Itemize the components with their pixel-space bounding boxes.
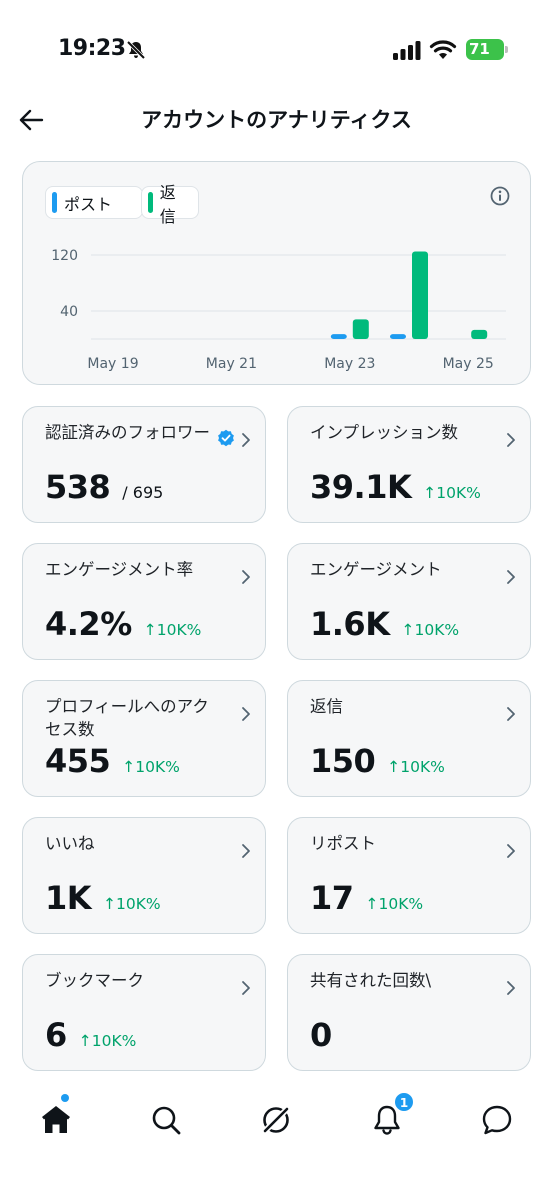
metric-delta: ↑10K% (423, 484, 481, 502)
legend-post-label: ポスト (64, 194, 113, 214)
metric-value-row: 150 ↑10K% (310, 742, 445, 780)
chevron-right-icon (242, 707, 250, 721)
analytics-chart-card: 120 40 May 19 May 21 May 23 May 25 ポスト 返信 (22, 161, 531, 385)
metric-value: 0 (310, 1016, 332, 1054)
metric-value-row: 6 ↑10K% (45, 1016, 136, 1054)
metric-value-row: 0 (310, 1016, 332, 1054)
metric-delta: ↑10K% (122, 758, 180, 776)
x-tick-label: May 25 (443, 356, 494, 372)
status-bar: 19:23 71 (0, 0, 553, 100)
metric-label: 返信 (310, 697, 343, 716)
chevron-right-icon (507, 570, 515, 584)
wifi-icon (429, 40, 457, 59)
bar-reply (471, 329, 488, 339)
metric-value: 538 (45, 468, 111, 506)
metric-card-verified-followers[interactable]: 認証済みのフォロワー 538 / 695 (22, 406, 266, 523)
metric-card-replies[interactable]: 返信 150 ↑10K% (287, 680, 531, 797)
metric-value: 1.6K (310, 605, 390, 643)
metric-card-engagements[interactable]: エンゲージメント 1.6K ↑10K% (287, 543, 531, 660)
legend-reply[interactable]: 返信 (141, 183, 199, 226)
legend-reply-label: 返信 (159, 182, 176, 226)
metric-value: 6 (45, 1016, 67, 1054)
metric-card-impressions[interactable]: インプレッション数 39.1K ↑10K% (287, 406, 531, 523)
metric-label: インプレッション数 (310, 423, 459, 442)
bar-post (330, 334, 347, 339)
metric-card-likes[interactable]: いいね 1K ↑10K% (22, 817, 266, 934)
metric-label: 共有された回数\ (310, 971, 432, 990)
signal-icon (393, 41, 421, 60)
battery-icon: 71 (466, 39, 508, 60)
bar-reply (352, 319, 369, 339)
metric-card-engagement-rate[interactable]: エンゲージメント率 4.2% ↑10K% (22, 543, 266, 660)
metric-value-row: 1.6K ↑10K% (310, 605, 459, 643)
chevron-right-icon (242, 844, 250, 858)
metric-label: プロフィールへのアクセス数 (45, 697, 209, 739)
metric-value-row: 17 ↑10K% (310, 879, 423, 917)
metric-value: 455 (45, 742, 111, 780)
metric-total: / 695 (122, 483, 164, 502)
metric-card-bookmarks[interactable]: ブックマーク 6 ↑10K% (22, 954, 266, 1071)
metric-delta: ↑10K% (387, 758, 445, 776)
verified-badge-icon (218, 429, 234, 447)
x-tick-label: May 23 (324, 356, 375, 372)
page-title: アカウントのアナリティクス (141, 108, 412, 132)
metric-delta: ↑10K% (401, 621, 460, 639)
status-time: 19:23 (58, 36, 126, 61)
legend-reply-swatch (148, 192, 153, 213)
metric-value-row: 39.1K ↑10K% (310, 468, 481, 506)
metric-value-row: 538 / 695 (45, 468, 163, 506)
metric-label: ブックマーク (45, 971, 144, 990)
home-indicator (205, 1180, 349, 1185)
metric-delta: ↑10K% (143, 621, 202, 639)
chevron-right-icon (507, 844, 515, 858)
metric-label: 認証済みのフォロワー (45, 423, 210, 442)
metric-value-row: 4.2% ↑10K% (45, 605, 201, 643)
grok-icon[interactable] (258, 1102, 294, 1138)
header: アカウントのアナリティクス (0, 96, 553, 142)
metric-card-reposts[interactable]: リポスト 17 ↑10K% (287, 817, 531, 934)
chevron-right-icon (242, 981, 250, 995)
bar-reply (412, 251, 428, 339)
metric-value-row: 455 ↑10K% (45, 742, 180, 780)
metric-delta: ↑10K% (103, 895, 161, 913)
metric-value: 39.1K (310, 468, 412, 506)
legend-post[interactable]: ポスト (45, 186, 143, 219)
metric-value: 4.2% (45, 605, 132, 643)
metric-value-row: 1K ↑10K% (45, 879, 161, 917)
chevron-right-icon (507, 433, 515, 447)
y-tick-label: 40 (60, 304, 78, 320)
metric-card-profile-visits[interactable]: プロフィールへのアクセス数 455 ↑10K% (22, 680, 266, 797)
messages-icon[interactable] (479, 1102, 515, 1138)
metric-value: 17 (310, 879, 354, 917)
metric-delta: ↑10K% (78, 1032, 137, 1050)
bottom-nav: 1 (0, 1090, 553, 1160)
bell-off-icon (126, 40, 146, 60)
x-tick-label: May 21 (206, 356, 257, 372)
y-tick-label: 120 (51, 248, 78, 264)
chevron-right-icon (242, 433, 250, 447)
metric-label: いいね (45, 834, 95, 853)
metric-label: エンゲージメント (310, 560, 442, 579)
bar-post (390, 334, 406, 339)
chevron-right-icon (242, 570, 250, 584)
chevron-right-icon (507, 707, 515, 721)
legend-post-swatch (52, 192, 57, 213)
home-unread-dot (61, 1094, 69, 1102)
metric-label: エンゲージメント率 (45, 560, 194, 579)
chevron-right-icon (507, 981, 515, 995)
battery-level: 71 (469, 40, 490, 58)
search-icon[interactable] (148, 1102, 184, 1138)
metric-delta: ↑10K% (365, 895, 424, 913)
info-icon[interactable] (489, 185, 511, 207)
home-icon[interactable] (38, 1102, 74, 1138)
metric-value: 150 (310, 742, 376, 780)
x-tick-label: May 19 (87, 356, 138, 372)
notification-badge: 1 (394, 1092, 414, 1112)
metric-card-shares[interactable]: 共有された回数\ 0 (287, 954, 531, 1071)
metric-value: 1K (45, 879, 92, 917)
metric-label: リポスト (310, 834, 376, 853)
